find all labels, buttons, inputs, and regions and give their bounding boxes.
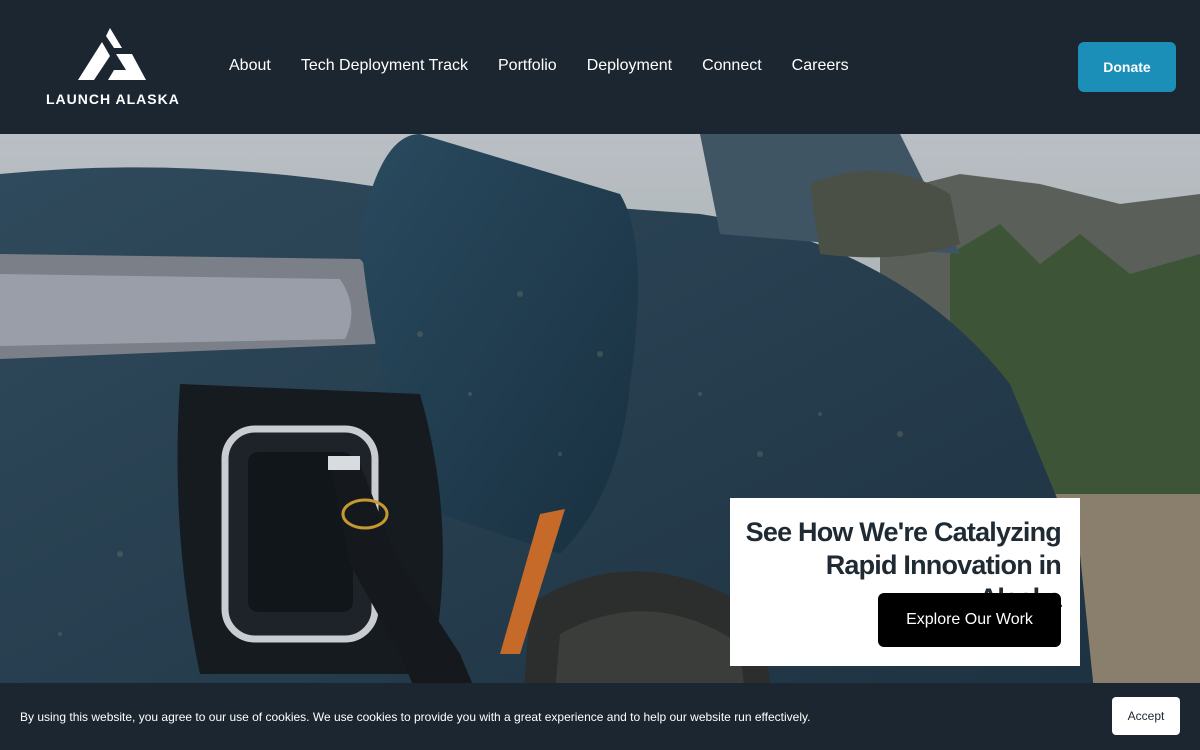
nav-item-tech-deployment-track[interactable]: Tech Deployment Track	[301, 57, 468, 75]
nav-item-portfolio[interactable]: Portfolio	[498, 57, 557, 75]
cookie-banner: By using this website, you agree to our …	[0, 683, 1200, 750]
hero-cta-card: See How We're Catalyzing Rapid Innovatio…	[730, 498, 1080, 666]
launch-alaska-logo-icon	[78, 28, 146, 80]
hero-section: See How We're Catalyzing Rapid Innovatio…	[0, 134, 1200, 750]
site-header: LAUNCH ALASKA About Tech Deployment Trac…	[0, 0, 1200, 134]
nav-item-deployment[interactable]: Deployment	[587, 57, 672, 75]
nav-item-about[interactable]: About	[229, 57, 271, 75]
explore-our-work-button[interactable]: Explore Our Work	[878, 593, 1061, 647]
nav-item-connect[interactable]: Connect	[702, 57, 762, 75]
logo[interactable]: LAUNCH ALASKA	[44, 28, 180, 108]
logo-text: LAUNCH ALASKA	[46, 91, 180, 107]
cookie-text: By using this website, you agree to our …	[20, 710, 811, 724]
donate-button[interactable]: Donate	[1078, 42, 1176, 92]
main-nav: About Tech Deployment Track Portfolio De…	[229, 57, 849, 75]
nav-item-careers[interactable]: Careers	[792, 57, 849, 75]
accept-cookies-button[interactable]: Accept	[1112, 697, 1180, 735]
